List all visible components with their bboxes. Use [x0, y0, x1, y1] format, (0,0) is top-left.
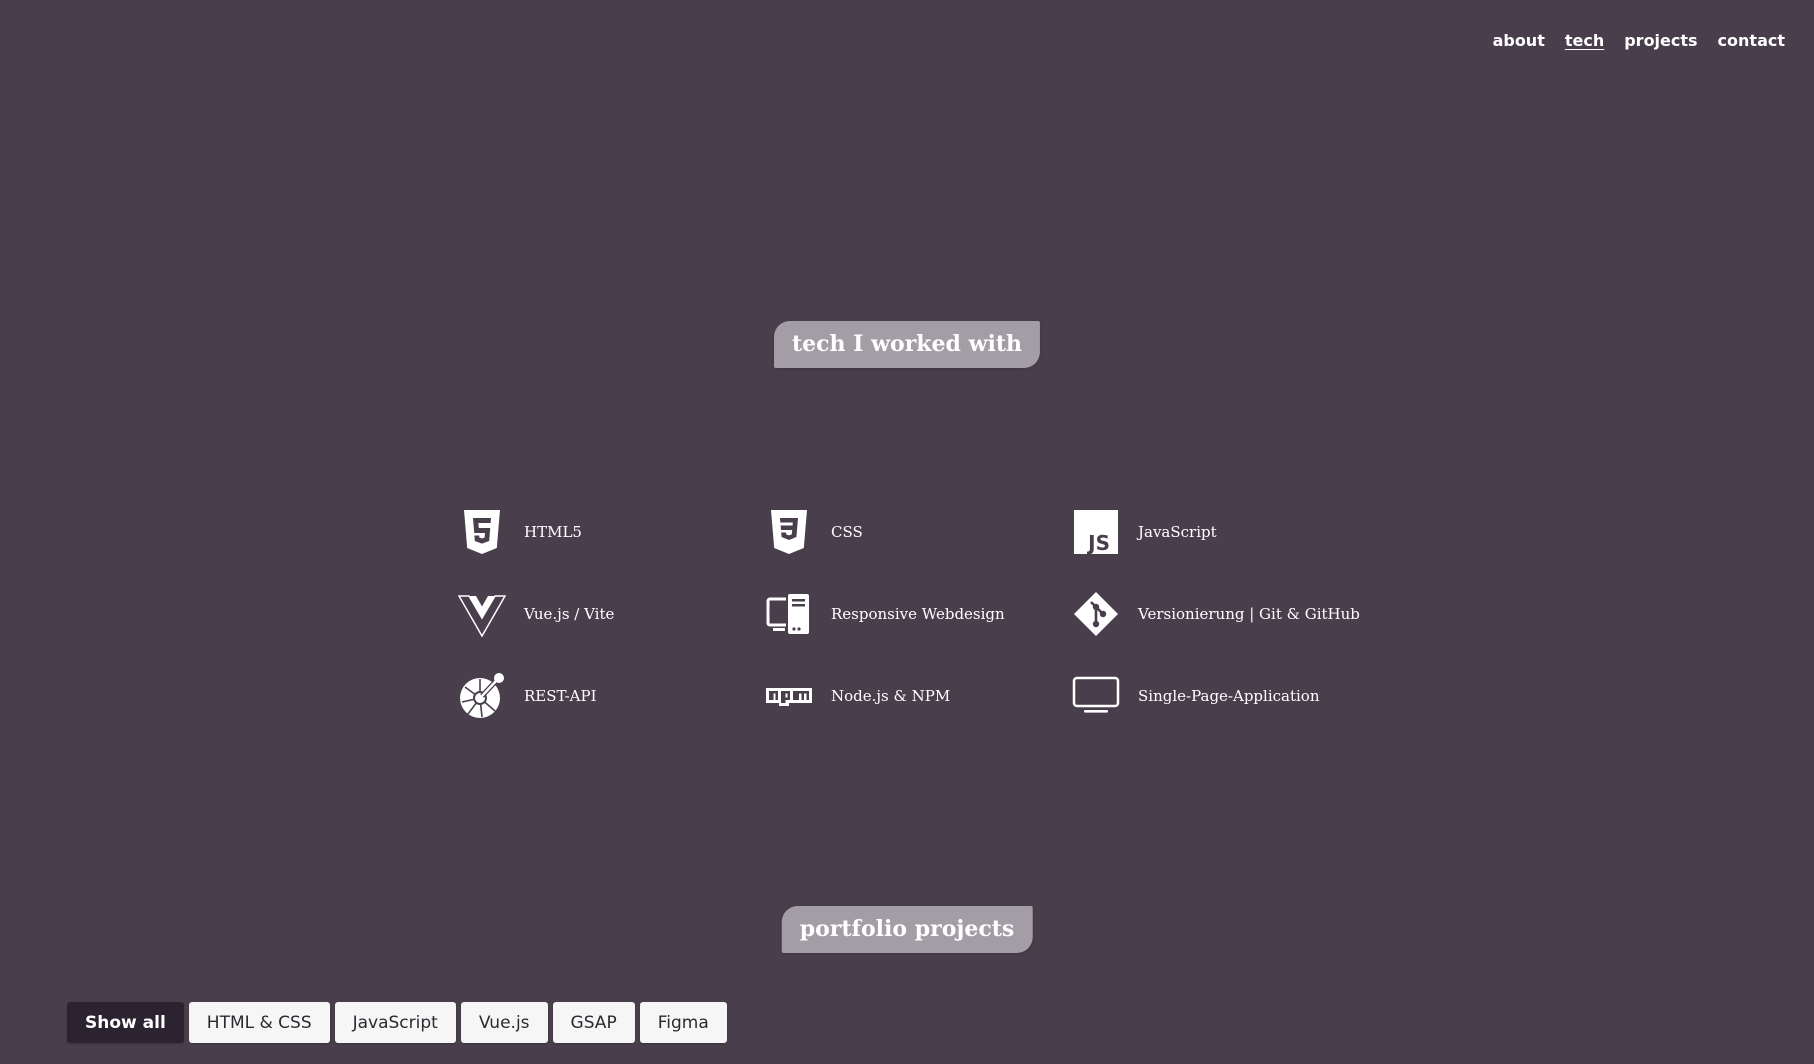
npm-icon [765, 672, 813, 720]
tech-label: REST-API [524, 687, 597, 705]
tech-label: Single-Page-Application [1138, 687, 1320, 705]
nav-link-tech[interactable]: tech [1565, 30, 1604, 52]
page: about tech projects contact tech I worke… [0, 0, 1814, 1064]
tech-label: JavaScript [1138, 523, 1217, 541]
tech-item-responsive: Responsive Webdesign [765, 587, 1072, 641]
tech-label: Versionierung | Git & GitHub [1138, 605, 1360, 623]
tech-grid: HTML5 CSS JS JavaScript Vue.js / Vite Re… [458, 505, 1379, 723]
top-navigation: about tech projects contact [1493, 30, 1785, 52]
responsive-devices-icon [765, 590, 813, 638]
tech-item-spa: Single-Page-Application [1072, 669, 1379, 723]
filter-vuejs-button[interactable]: Vue.js [460, 1002, 548, 1043]
html5-icon [458, 508, 506, 556]
tech-label: Vue.js / Vite [524, 605, 615, 623]
filter-show-all-button[interactable]: Show all [67, 1002, 184, 1043]
nav-link-projects[interactable]: projects [1624, 30, 1697, 52]
tech-section-title: tech I worked with [773, 321, 1041, 368]
tech-label: HTML5 [524, 523, 582, 541]
tech-item-css: CSS [765, 505, 1072, 559]
tech-label: Node.js & NPM [831, 687, 951, 705]
nav-link-contact[interactable]: contact [1718, 30, 1785, 52]
javascript-icon: JS [1072, 508, 1120, 556]
tech-item-vuejs: Vue.js / Vite [458, 587, 765, 641]
tech-label: CSS [831, 523, 863, 541]
project-filter-bar: Show all HTML & CSS JavaScript Vue.js GS… [67, 1002, 727, 1043]
svg-text:JS: JS [1086, 531, 1110, 555]
api-icon [458, 672, 506, 720]
git-icon [1072, 590, 1120, 638]
tech-item-nodejs-npm: Node.js & NPM [765, 669, 1072, 723]
tech-item-rest-api: REST-API [458, 669, 765, 723]
css3-icon [765, 508, 813, 556]
nav-link-about[interactable]: about [1493, 30, 1545, 52]
tech-label: Responsive Webdesign [831, 605, 1005, 623]
monitor-icon [1072, 672, 1120, 720]
filter-javascript-button[interactable]: JavaScript [334, 1002, 456, 1043]
filter-html-css-button[interactable]: HTML & CSS [188, 1002, 330, 1043]
tech-item-html5: HTML5 [458, 505, 765, 559]
tech-item-javascript: JS JavaScript [1072, 505, 1379, 559]
filter-gsap-button[interactable]: GSAP [552, 1002, 635, 1043]
vuejs-icon [458, 590, 506, 638]
projects-section-title: portfolio projects [781, 906, 1033, 953]
filter-figma-button[interactable]: Figma [639, 1002, 727, 1043]
tech-item-git: Versionierung | Git & GitHub [1072, 587, 1379, 641]
